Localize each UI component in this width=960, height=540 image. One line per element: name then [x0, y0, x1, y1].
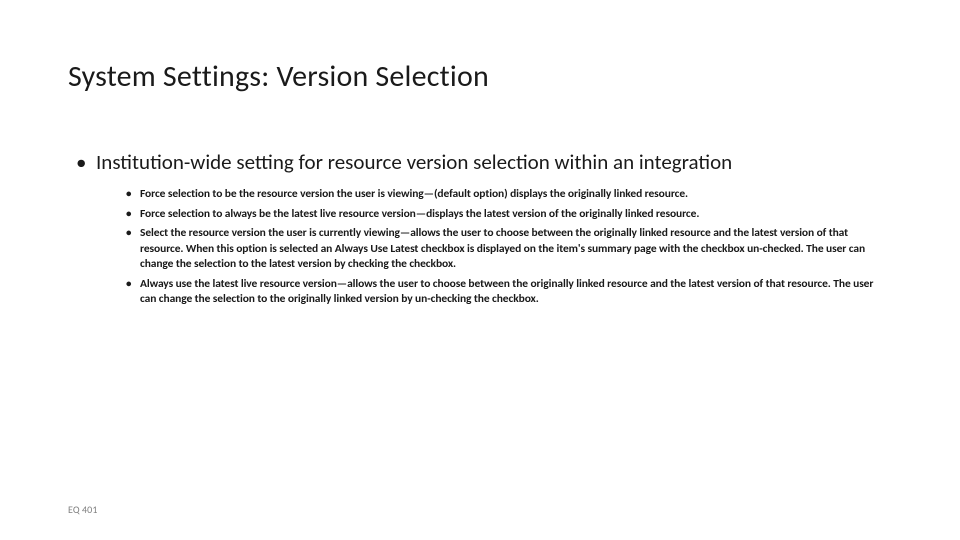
- sub-bullet-item: Select the resource version the user is …: [126, 226, 892, 273]
- main-bullet-item: Institution-wide setting for resource ve…: [76, 149, 892, 308]
- bullet-list-level1: Institution-wide setting for resource ve…: [76, 149, 892, 308]
- slide-footer: EQ 401: [68, 503, 98, 516]
- sub-bullet-item: Always use the latest live resource vers…: [126, 277, 892, 308]
- main-bullet-text: Institution-wide setting for resource ve…: [96, 149, 732, 175]
- bullet-list-level2: Force selection to be the resource versi…: [126, 187, 892, 308]
- sub-bullet-item: Force selection to be the resource versi…: [126, 187, 892, 203]
- slide-content: System Settings: Version Selection Insti…: [0, 0, 960, 308]
- slide-title: System Settings: Version Selection: [68, 58, 892, 95]
- sub-bullet-item: Force selection to always be the latest …: [126, 207, 892, 223]
